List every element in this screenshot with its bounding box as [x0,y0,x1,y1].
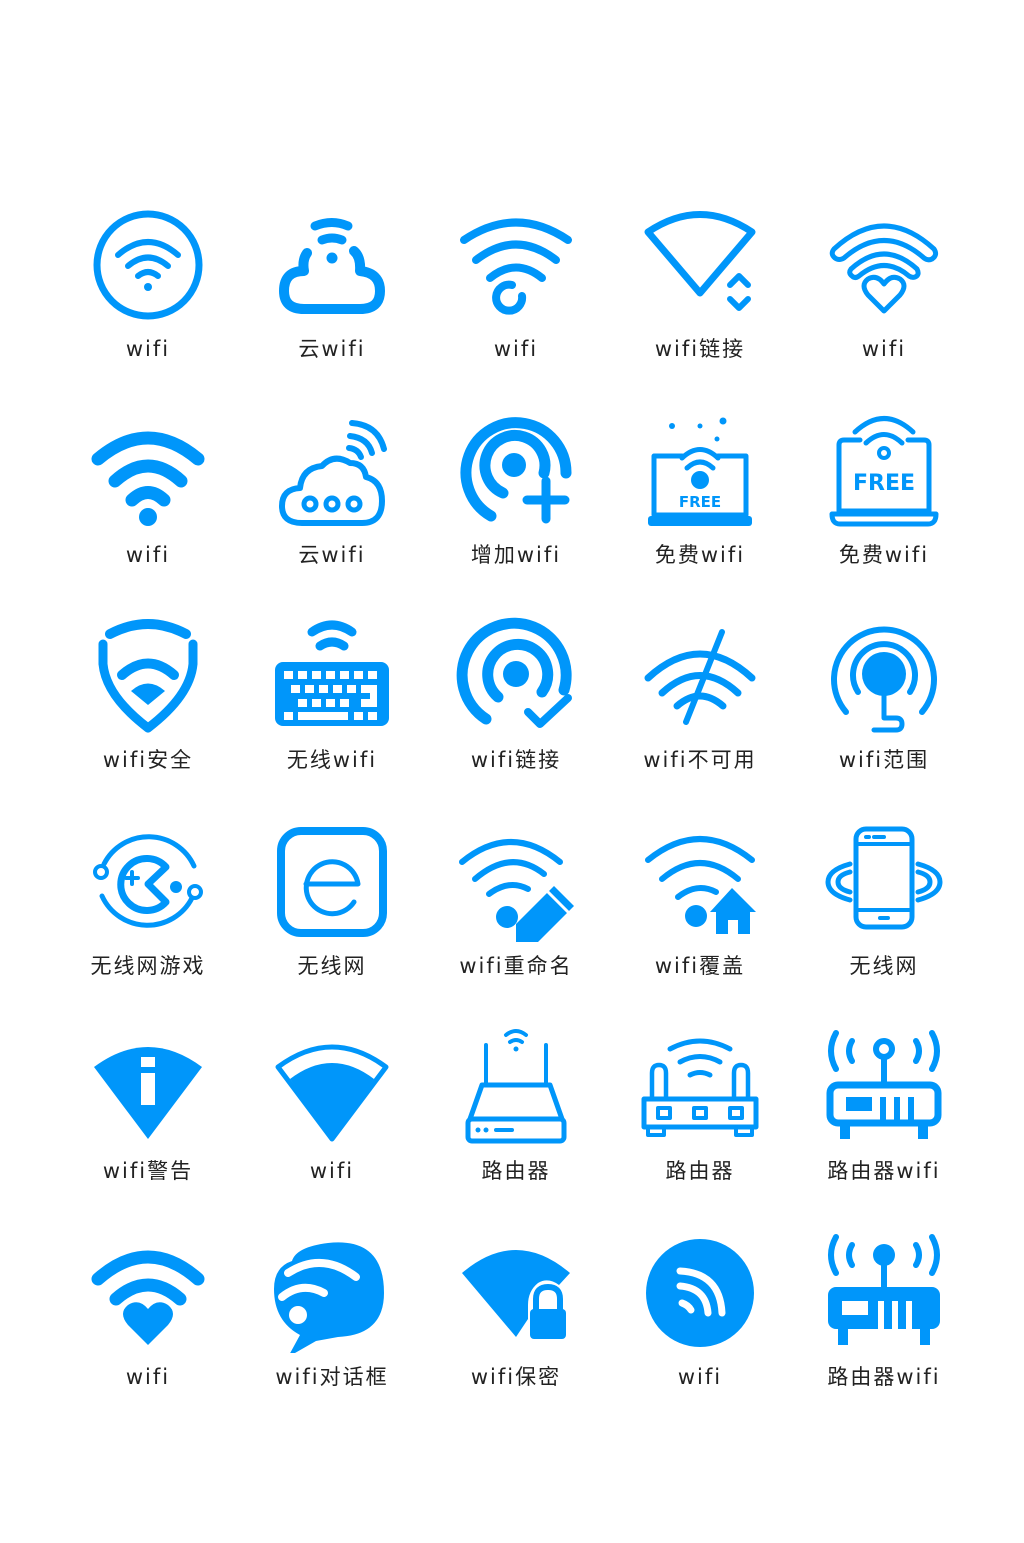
icon-label: wifi不可用 [643,748,757,772]
wireless-game-icon [93,833,203,928]
icon-tile: wifi对话框 [240,1233,424,1439]
icon-tile: 无线网 [792,822,976,1028]
wifi-range-icon [831,626,937,733]
router-wifi-solid-icon [828,1233,940,1345]
icon-tile: wifi链接 [424,616,608,822]
icon-label: 增加wifi [470,542,562,567]
wifi-heart-outline-icon [829,223,939,314]
icon-label: 云wifi [298,337,366,361]
icon-label: 免费wifi [838,542,930,567]
wifi-solid-icon [91,431,205,526]
icon-label: 云wifi [298,542,366,567]
icon-label: wifi链接 [654,337,746,361]
icon-tile: 路由器wifi [792,1233,976,1439]
free-badge: FREE [853,471,915,496]
icon-label: 无线网 [297,953,367,978]
wifi-rss-circle-icon [646,1238,754,1347]
icon-label: wifi [309,1159,355,1183]
icon-tile: wifi覆盖 [608,822,792,1028]
wifi-add-icon [460,416,572,523]
icon-tile: wifi [56,411,240,617]
icon-tile: wifi [240,1027,424,1233]
e-browser-icon [277,826,387,937]
icon-tile: wifi [56,205,240,411]
wifi-rename-pencil-icon [459,838,574,942]
icon-tile: 云wifi [240,205,424,411]
icon-label: wifi [677,1364,723,1389]
wifi-heart-icon [91,1250,205,1345]
icon-label: 免费wifi [654,542,746,567]
icon-label: wifi [125,1364,171,1389]
wifi-swirl-icon [460,218,572,315]
icon-label: 无线网游戏 [90,953,206,978]
icon-label: 路由器wifi [827,1364,941,1389]
icon-label: wifi范围 [838,748,930,772]
router-wifi-outline-icon [826,1030,942,1139]
icon-tile: wifi重命名 [424,822,608,1028]
icon-tile: 路由器 [608,1027,792,1233]
cloud-wifi-icon [279,218,385,314]
icon-label: wifi对话框 [275,1364,389,1389]
icon-label: 无线网 [849,953,919,978]
icon-tile: wifi [792,205,976,411]
wifi-shield-icon [98,619,198,733]
wifi-connected-check-icon [456,617,572,728]
wifi-sector-sort-icon [644,211,756,311]
icon-tile: 增加wifi [424,411,608,617]
icon-label: wifi [125,337,171,361]
icon-tile: 无线网游戏 [56,822,240,1028]
icon-tile: FREE 免费wifi [608,411,792,617]
wireless-keyboard-icon [275,620,389,726]
icon-tile: wifi范围 [792,616,976,822]
icon-label: 无线wifi [286,748,378,772]
icon-label: wifi [861,337,907,361]
wifi-home-icon [645,835,756,934]
icon-tile: wifi安全 [56,616,240,822]
icon-tile: wifi链接 [608,205,792,411]
icon-tile: wifi警告 [56,1027,240,1233]
icon-tile: wifi [424,205,608,411]
cloud-signal-icon [279,419,387,526]
icon-label: wifi [125,542,171,567]
wifi-lock-icon [462,1249,570,1339]
icon-tile: 路由器wifi [792,1027,976,1233]
icon-label: wifi安全 [102,748,194,772]
phone-wireless-icon [825,826,943,929]
icon-label: wifi [493,337,539,361]
icon-tile: 无线网 [240,822,424,1028]
icon-label: wifi警告 [102,1159,194,1183]
icon-tile: FREE 免费wifi [792,411,976,617]
router-outline-icon [465,1029,567,1144]
wifi-sector-icon [275,1044,389,1142]
icon-tile: wifi [56,1233,240,1439]
icon-grid: wifi 云wifi wifi wifi链接 wifi wifi 云wifi 增… [56,205,976,1438]
wifi-off-icon [644,629,756,725]
router-antennas-icon [641,1038,759,1137]
icon-label: 路由器wifi [827,1159,941,1183]
icon-tile: 无线wifi [240,616,424,822]
icon-tile: 路由器 [424,1027,608,1233]
icon-tile: wifi保密 [424,1233,608,1439]
icon-label: wifi重命名 [459,953,573,978]
wifi-info-icon [94,1047,202,1139]
icon-tile: 云wifi [240,411,424,617]
icon-label: 路由器 [481,1159,551,1183]
laptop-free-wifi-icon: FREE [648,417,752,526]
icon-tile: wifi不可用 [608,616,792,822]
free-badge: FREE [679,493,721,511]
icon-label: wifi保密 [470,1364,562,1389]
laptop-free-wifi-outline-icon: FREE [829,415,939,526]
icon-label: wifi覆盖 [654,953,746,978]
icon-tile: wifi [608,1233,792,1439]
wifi-circle-icon [93,210,203,320]
icon-label: wifi链接 [470,748,562,772]
wifi-chat-bubble-icon [274,1241,384,1353]
icon-label: 路由器 [665,1159,735,1183]
